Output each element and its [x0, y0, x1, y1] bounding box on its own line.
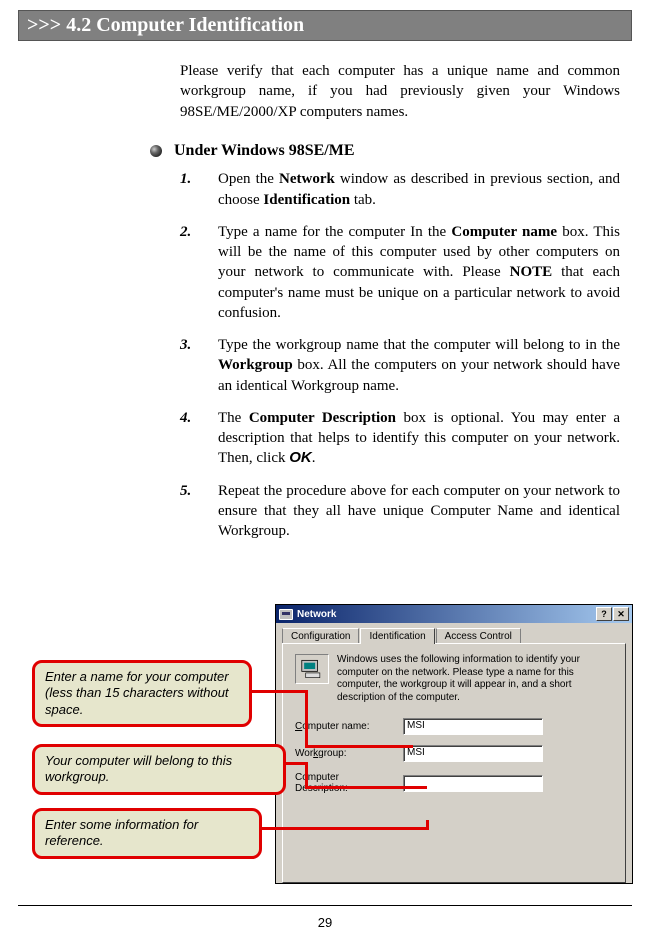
computer-name-input[interactable]: MSI	[403, 718, 543, 735]
step-5: 5. Repeat the procedure above for each c…	[180, 481, 620, 542]
connector-line	[252, 690, 308, 693]
step-text: Type a name for the computer In the Comp…	[218, 222, 620, 323]
help-button[interactable]: ?	[596, 607, 612, 621]
section-header: >>> 4.2 Computer Identification	[18, 10, 632, 41]
connector-line	[305, 762, 308, 786]
tab-configuration[interactable]: Configuration	[282, 628, 359, 644]
step-text: The Computer Description box is optional…	[218, 408, 620, 469]
computer-name-label: Computer name:	[295, 721, 403, 732]
titlebar: Network ? ✕	[276, 605, 632, 623]
dialog-title: Network	[297, 609, 596, 620]
footer-divider	[18, 905, 632, 906]
connector-line	[305, 786, 427, 789]
step-text: Open the Network window as described in …	[218, 169, 620, 210]
step-number: 3.	[180, 335, 218, 396]
step-text: Type the workgroup name that the compute…	[218, 335, 620, 396]
page-number: 29	[0, 915, 650, 930]
step-number: 2.	[180, 222, 218, 323]
step-3: 3. Type the workgroup name that the comp…	[180, 335, 620, 396]
intro-paragraph: Please verify that each computer has a u…	[180, 61, 620, 122]
tab-panel: Windows uses the following information t…	[282, 643, 626, 883]
subsection-title: Under Windows 98SE/ME	[174, 140, 355, 162]
connector-line	[426, 820, 429, 830]
computer-icon	[295, 654, 329, 684]
tab-strip: Configuration Identification Access Cont…	[276, 623, 632, 643]
step-number: 5.	[180, 481, 218, 542]
workgroup-input[interactable]: MSI	[403, 745, 543, 762]
callout-description: Enter some information for reference.	[32, 808, 262, 859]
bullet-icon	[150, 145, 162, 157]
connector-line	[305, 745, 413, 748]
callout-workgroup: Your computer will belong to this workgr…	[32, 744, 286, 795]
callout-computer-name: Enter a name for your computer (less tha…	[32, 660, 252, 727]
description-label: Computer Description:	[295, 772, 403, 794]
network-dialog: Network ? ✕ Configuration Identification…	[275, 604, 633, 884]
dialog-info-text: Windows uses the following information t…	[337, 654, 613, 704]
step-number: 1.	[180, 169, 218, 210]
close-button[interactable]: ✕	[613, 607, 629, 621]
step-text: Repeat the procedure above for each comp…	[218, 481, 620, 542]
step-2: 2. Type a name for the computer In the C…	[180, 222, 620, 323]
connector-line	[262, 827, 429, 830]
workgroup-label: Workgroup:	[295, 748, 403, 759]
description-row: Computer Description:	[295, 772, 613, 794]
network-icon	[279, 609, 293, 620]
tab-identification[interactable]: Identification	[360, 628, 434, 644]
connector-line	[305, 690, 308, 745]
section-title: >>> 4.2 Computer Identification	[27, 14, 304, 36]
steps-list: 1. Open the Network window as described …	[180, 169, 620, 541]
step-number: 4.	[180, 408, 218, 469]
tab-access-control[interactable]: Access Control	[436, 628, 521, 644]
computer-name-row: Computer name: MSI	[295, 718, 613, 735]
connector-line	[286, 762, 305, 765]
step-1: 1. Open the Network window as described …	[180, 169, 620, 210]
step-4: 4. The Computer Description box is optio…	[180, 408, 620, 469]
